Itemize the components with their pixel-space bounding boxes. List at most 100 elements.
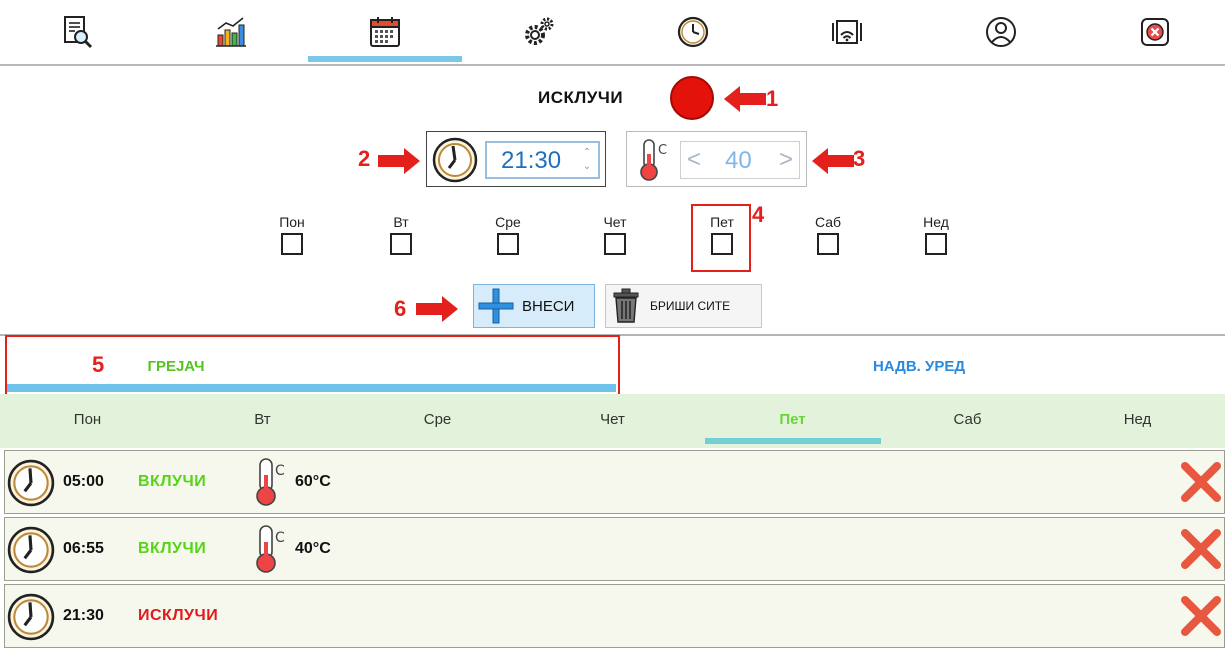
day-checkbox-thu: Чет	[595, 214, 635, 255]
day-tab-wed[interactable]: Сре	[350, 394, 525, 448]
toolbar-report-button[interactable]	[0, 0, 154, 64]
temperature-value: 40	[725, 147, 752, 174]
svg-text:C: C	[275, 530, 285, 546]
day-tab-label: Нед	[1123, 411, 1152, 428]
day-tab-sat[interactable]: Саб	[880, 394, 1055, 448]
right-arrow-icon	[378, 148, 420, 174]
left-arrow-icon	[724, 86, 766, 112]
toolbar-exit-button[interactable]	[1078, 0, 1225, 64]
day-checkbox-mon: Пон	[272, 214, 312, 255]
temperature-stepper[interactable]: < 40 >	[680, 141, 800, 179]
tab-office[interactable]: НАДВ. УРЕД	[613, 336, 1225, 394]
day-checkbox[interactable]	[281, 233, 303, 255]
schedule-temperature: 60°C	[295, 473, 331, 490]
day-label: Саб	[814, 214, 842, 230]
add-entry-button[interactable]: ВНЕСИ	[473, 284, 595, 328]
thermometer-icon: C	[256, 458, 285, 506]
day-checkbox[interactable]	[497, 233, 519, 255]
tab-office-label: НАДВ. УРЕД	[872, 358, 966, 375]
day-label: Вт	[393, 214, 409, 230]
clock-icon	[432, 137, 478, 183]
schedule-list: 05:00 ВКЛУЧИ C 60°C 06:55 ВКЛУЧИ C 40°C …	[0, 450, 1225, 648]
schedule-row: 06:55 ВКЛУЧИ C 40°C	[4, 517, 1225, 581]
day-tab-tue[interactable]: Вт	[175, 394, 350, 448]
delete-all-button[interactable]: БРИШИ СИТЕ	[605, 284, 762, 328]
toolbar-active-indicator	[308, 56, 462, 62]
day-checkbox[interactable]	[604, 233, 626, 255]
svg-text:C: C	[275, 463, 285, 479]
day-checkbox[interactable]	[925, 233, 947, 255]
schedule-action: ВКЛУЧИ	[138, 473, 207, 490]
status-label: ИСКЛУЧИ	[538, 88, 624, 107]
day-tab-label: Чет	[600, 411, 625, 428]
day-tab-label: Пон	[73, 411, 102, 428]
toolbar-calendar-button[interactable]	[308, 0, 462, 64]
status-toggle-button[interactable]	[670, 76, 714, 120]
clock-icon	[7, 526, 55, 574]
day-tab-thu[interactable]: Чет	[525, 394, 700, 448]
schedule-time: 05:00	[63, 473, 104, 490]
delete-icon[interactable]	[1180, 528, 1222, 570]
marker-1: 1	[766, 86, 779, 111]
schedule-row: 05:00 ВКЛУЧИ C 60°C	[4, 450, 1225, 514]
day-checkbox[interactable]	[817, 233, 839, 255]
svg-text:C: C	[658, 143, 667, 158]
schedule-entry-form: ИСКЛУЧИ 1 2 21:30 ⌃ ⌄ C < 40 > 3 Пон Вт …	[0, 66, 1225, 334]
remote-device-icon	[832, 20, 862, 44]
day-tab-active-indicator	[705, 438, 881, 444]
day-checkbox-wed: Сре	[488, 214, 528, 255]
day-tab-label: Сре	[423, 411, 452, 428]
day-label: Нед	[923, 214, 949, 230]
chart-icon	[216, 17, 246, 47]
day-checkbox-tue: Вт	[381, 214, 421, 255]
left-arrow-icon	[812, 148, 854, 174]
close-icon	[1141, 18, 1169, 46]
temperature-decrease-button[interactable]: <	[687, 146, 701, 174]
day-label: Сре	[495, 214, 521, 230]
clock-icon	[677, 16, 709, 48]
report-search-icon	[64, 16, 93, 49]
clock-icon	[7, 593, 55, 641]
toolbar-settings-button[interactable]	[462, 0, 616, 64]
toolbar-clock-button[interactable]	[616, 0, 770, 64]
calendar-icon	[370, 17, 400, 47]
day-label: Пон	[279, 214, 305, 230]
add-entry-label: ВНЕСИ	[522, 297, 575, 315]
day-tab-sun[interactable]: Нед	[1050, 394, 1225, 448]
toolbar-chart-button[interactable]	[154, 0, 308, 64]
toolbar-remote-button[interactable]	[770, 0, 924, 64]
day-tabs: Пон Вт Сре Чет Пет Саб Нед	[0, 394, 1225, 448]
day-checkbox-sat: Саб	[808, 214, 848, 255]
marker-4: 4	[752, 202, 765, 227]
day-tab-label: Пет	[779, 411, 806, 428]
top-toolbar	[0, 0, 1225, 66]
marker-2: 2	[358, 146, 371, 171]
schedule-action: ИСКЛУЧИ	[138, 607, 219, 624]
delete-icon[interactable]	[1180, 595, 1222, 637]
thermometer-icon: C	[256, 525, 285, 573]
plus-icon	[478, 288, 514, 324]
annotation-highlight-friday	[691, 204, 751, 272]
user-icon	[986, 17, 1016, 47]
trash-icon	[613, 288, 639, 323]
schedule-time: 21:30	[63, 607, 104, 624]
temperature-increase-button[interactable]: >	[779, 146, 793, 174]
right-arrow-icon	[416, 296, 458, 322]
time-picker-group: 21:30 ⌃ ⌄	[426, 131, 606, 187]
temperature-picker-group: C < 40 >	[626, 131, 807, 187]
toolbar-user-button[interactable]	[924, 0, 1078, 64]
day-checkbox[interactable]	[390, 233, 412, 255]
marker-6: 6	[394, 296, 407, 321]
marker-5: 5	[92, 352, 105, 377]
day-label: Чет	[603, 214, 627, 230]
schedule-row: 21:30 ИСКЛУЧИ	[4, 584, 1225, 648]
time-spinner[interactable]: ⌃ ⌄	[580, 146, 594, 174]
schedule-time: 06:55	[63, 540, 104, 557]
schedule-temperature: 40°C	[295, 540, 331, 557]
time-input[interactable]: 21:30 ⌃ ⌄	[485, 141, 600, 179]
delete-icon[interactable]	[1180, 461, 1222, 503]
schedule-action: ВКЛУЧИ	[138, 540, 207, 557]
marker-3: 3	[853, 146, 866, 171]
thermometer-icon: C	[640, 139, 667, 181]
day-tab-mon[interactable]: Пон	[0, 394, 175, 448]
